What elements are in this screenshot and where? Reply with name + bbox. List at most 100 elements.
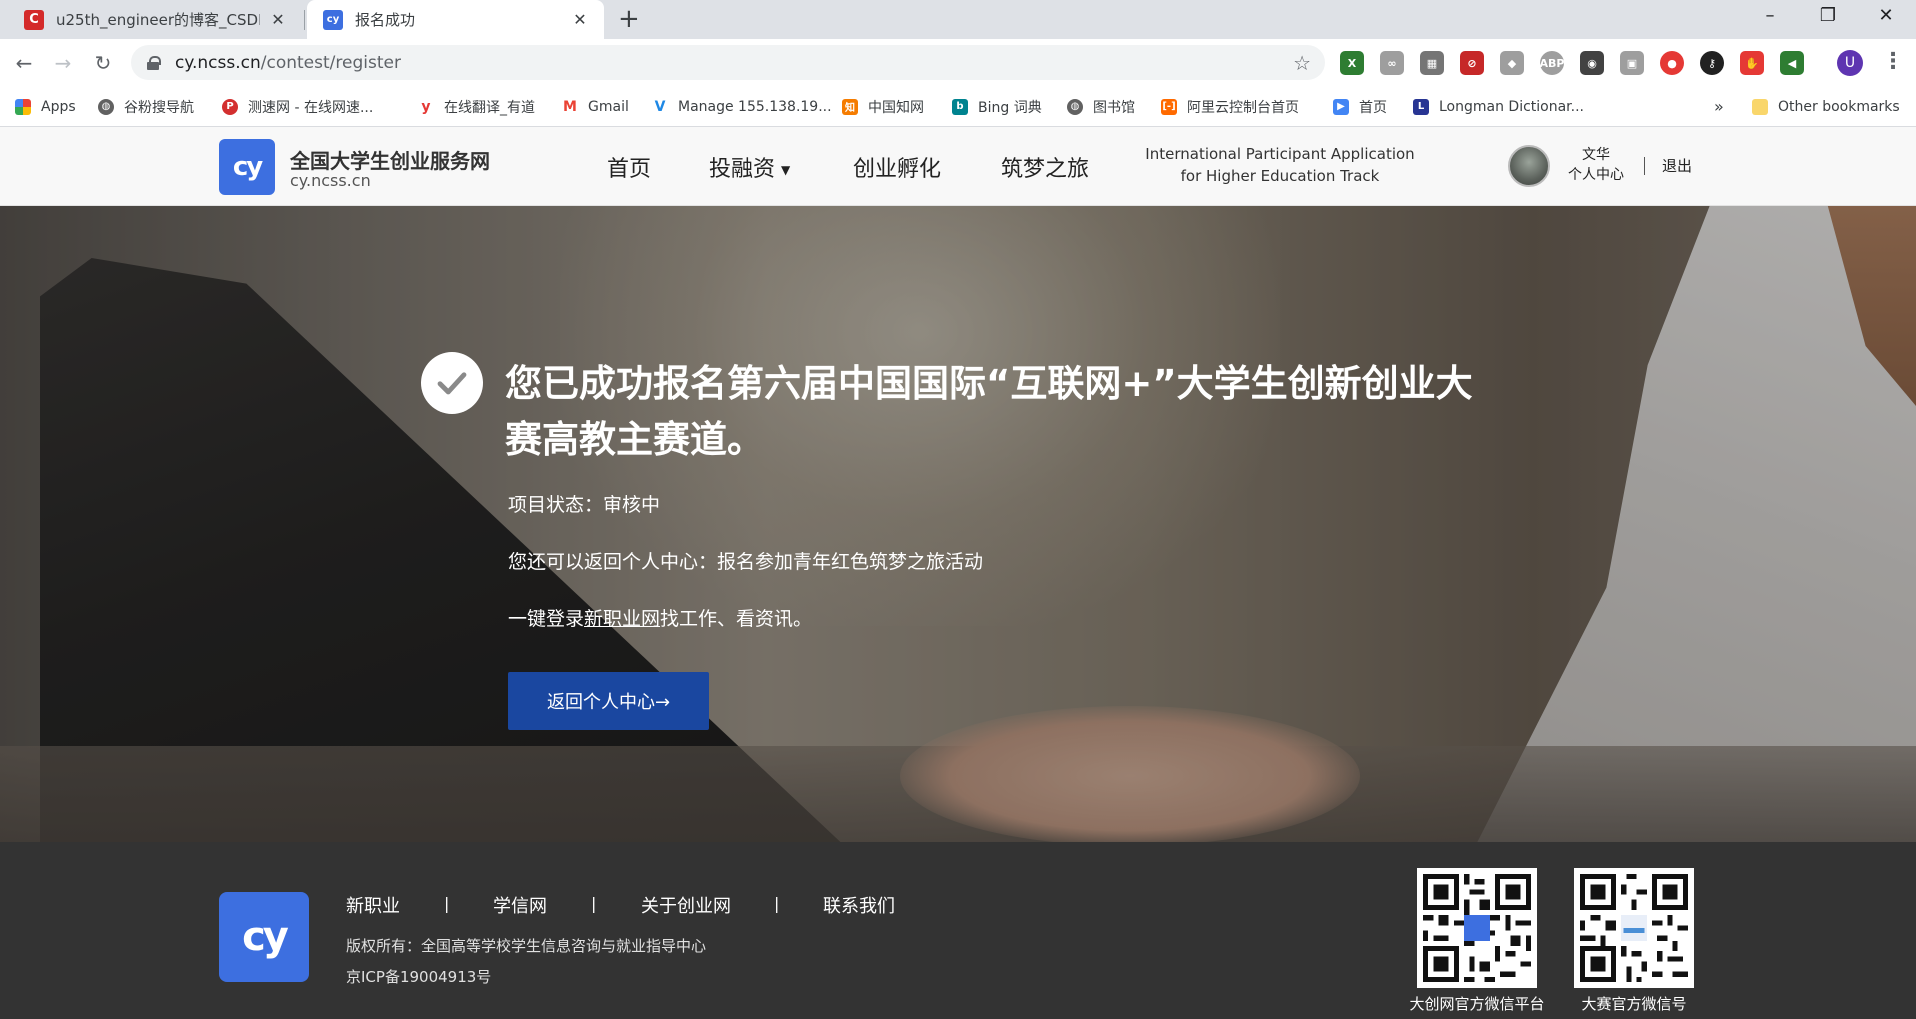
footer-link-contact[interactable]: 联系我们: [823, 892, 895, 918]
success-title: 您已成功报名第六届中国国际“互联网+”大学生创新创业大赛高教主赛道。: [505, 362, 1473, 461]
location-pin-icon[interactable]: ●: [1660, 51, 1684, 75]
cnki-icon: 知: [842, 98, 858, 115]
extension-icon[interactable]: ◉: [1580, 51, 1604, 75]
bookmark-item[interactable]: V Manage 155.138.19...: [652, 86, 832, 127]
adblock-icon[interactable]: ABP: [1540, 51, 1564, 75]
footer-separator: |: [774, 894, 780, 913]
tab-title: u25th_engineer的博客_CSDN博客: [56, 11, 260, 29]
status-value: 审核中: [603, 494, 661, 516]
bookmark-item[interactable]: M Gmail: [562, 86, 629, 127]
forward-icon[interactable]: →: [49, 49, 77, 77]
longman-icon: L: [1413, 98, 1429, 115]
bookmark-item[interactable]: y 在线翻译_有道: [418, 86, 535, 127]
globe-icon: ◍: [1067, 98, 1083, 115]
site-domain: cy.ncss.cn: [290, 171, 371, 190]
apps-grid-icon: [15, 98, 31, 115]
hero-overlay: [0, 206, 1916, 842]
bookmark-item[interactable]: 知 中国知网: [842, 86, 924, 127]
new-tab-button[interactable]: +: [618, 4, 640, 34]
bookmark-item[interactable]: [-] 阿里云控制台首页: [1161, 86, 1299, 127]
extension-icon[interactable]: ◀: [1780, 51, 1804, 75]
minimize-button[interactable]: –: [1742, 0, 1798, 32]
other-bookmarks[interactable]: Other bookmarks: [1752, 86, 1900, 127]
hero-section: 您已成功报名第六届中国国际“互联网+”大学生创新创业大赛高教主赛道。 项目状态：…: [0, 206, 1916, 842]
user-info[interactable]: 文华 个人中心: [1564, 145, 1628, 185]
icp-text: 京ICP备19004913号: [346, 968, 492, 986]
return-hint: 您还可以返回个人中心：报名参加青年红色筑梦之旅活动: [508, 551, 984, 573]
wechat-platform-qr-code: [1417, 868, 1537, 988]
intl-application-link[interactable]: International Participant Application fo…: [1120, 143, 1440, 187]
site-logo[interactable]: cy: [219, 139, 275, 195]
project-status: 项目状态：审核中: [508, 494, 661, 516]
bookmark-star-icon[interactable]: ☆: [1293, 51, 1311, 75]
nav-dream-journey[interactable]: 筑梦之旅: [1001, 151, 1089, 183]
extension-icon[interactable]: ∞: [1380, 51, 1404, 75]
csdn-icon: C: [24, 9, 44, 30]
browser-toolbar: ← → ↻ cy.ncss.cn/contest/register ☆ X ∞ …: [0, 39, 1916, 86]
footer-separator: |: [591, 894, 597, 913]
footer-link-chsi[interactable]: 学信网: [493, 892, 547, 918]
caret-down-icon: ▼: [781, 163, 791, 177]
bookmarks-overflow-button[interactable]: »: [1714, 86, 1724, 127]
bookmark-item[interactable]: L Longman Dictionar...: [1413, 86, 1584, 127]
gmail-icon: M: [562, 98, 578, 115]
logout-link[interactable]: 退出: [1662, 155, 1692, 176]
cy-icon: cy: [323, 9, 343, 30]
tab-csdn[interactable]: C u25th_engineer的博客_CSDN博客 ✕: [8, 0, 302, 39]
profile-avatar[interactable]: U: [1837, 50, 1863, 76]
footer-separator: |: [444, 894, 450, 913]
vultr-icon: V: [652, 98, 668, 115]
close-window-button[interactable]: ✕: [1858, 0, 1914, 32]
site-name[interactable]: 全国大学生创业服务网: [290, 145, 490, 174]
bookmark-item[interactable]: b Bing 词典: [952, 86, 1042, 127]
speedtest-icon: P: [222, 98, 238, 115]
extension-icon[interactable]: ▦: [1420, 51, 1444, 75]
nav-investment[interactable]: 投融资 ▼: [709, 151, 790, 183]
return-personal-center-button[interactable]: 返回个人中心→: [508, 672, 709, 730]
nav-incubation[interactable]: 创业孵化: [853, 151, 941, 183]
extension-icon[interactable]: X: [1340, 51, 1364, 75]
nav-home[interactable]: 首页: [607, 151, 651, 183]
user-avatar[interactable]: [1508, 145, 1550, 187]
menu-kebab-icon[interactable]: ⋮: [1882, 49, 1904, 74]
tab-divider: [304, 10, 305, 30]
divider: [1644, 157, 1645, 175]
extension-icon[interactable]: ⊘: [1460, 51, 1484, 75]
shield-icon[interactable]: ◆: [1500, 51, 1524, 75]
bookmark-item[interactable]: ◍ 谷粉搜导航: [98, 86, 194, 127]
site-header: cy 全国大学生创业服务网 cy.ncss.cn 首页 投融资 ▼ 创业孵化 筑梦…: [0, 127, 1916, 206]
copyright-text: 版权所有：全国高等学校学生信息咨询与就业指导中心: [346, 937, 707, 955]
browser-tab-bar: C u25th_engineer的博客_CSDN博客 ✕ cy 报名成功 ✕ +…: [0, 0, 1916, 39]
bookmark-apps[interactable]: Apps: [15, 86, 76, 127]
login-hint: 一键登录新职业网找工作、看资讯。: [508, 608, 813, 630]
lock-icon: [147, 55, 161, 70]
restore-button[interactable]: ❐: [1800, 0, 1856, 32]
globe-icon: ◍: [98, 98, 114, 115]
close-tab-icon[interactable]: ✕: [570, 10, 590, 29]
address-bar[interactable]: cy.ncss.cn/contest/register ☆: [131, 45, 1325, 80]
footer-link-new-career[interactable]: 新职业: [346, 892, 400, 918]
wechat-platform-label: 大创网官方微信平台: [1409, 995, 1545, 1013]
bookmark-item[interactable]: ▶ 首页: [1333, 86, 1387, 127]
folder-icon: [1752, 98, 1768, 115]
footer-logo: cy: [219, 892, 309, 982]
reload-icon[interactable]: ↻: [89, 49, 117, 77]
key-icon[interactable]: ⚷: [1700, 51, 1724, 75]
contest-wechat-label: 大赛官方微信号: [1581, 995, 1687, 1013]
bookmarks-bar: Apps ◍ 谷粉搜导航 P 测速网 - 在线网速... y 在线翻译_有道 M…: [0, 86, 1916, 127]
tab-register-success[interactable]: cy 报名成功 ✕: [307, 0, 604, 39]
contest-wechat-qr-code: [1574, 868, 1694, 988]
url-text[interactable]: cy.ncss.cn/contest/register: [175, 53, 1293, 73]
bookmark-item[interactable]: ◍ 图书馆: [1067, 86, 1135, 127]
close-tab-icon[interactable]: ✕: [268, 10, 288, 29]
extension-icon[interactable]: ▣: [1620, 51, 1644, 75]
success-check-icon: [421, 352, 483, 414]
footer-link-about[interactable]: 关于创业网: [641, 892, 731, 918]
aliyun-icon: [-]: [1161, 98, 1177, 115]
new-career-link[interactable]: 新职业网: [584, 608, 660, 630]
back-icon[interactable]: ←: [10, 49, 38, 77]
youdao-icon: y: [418, 98, 434, 115]
play-icon: ▶: [1333, 98, 1349, 115]
bookmark-item[interactable]: P 测速网 - 在线网速...: [222, 86, 373, 127]
extension-icon[interactable]: ✋: [1740, 51, 1764, 75]
